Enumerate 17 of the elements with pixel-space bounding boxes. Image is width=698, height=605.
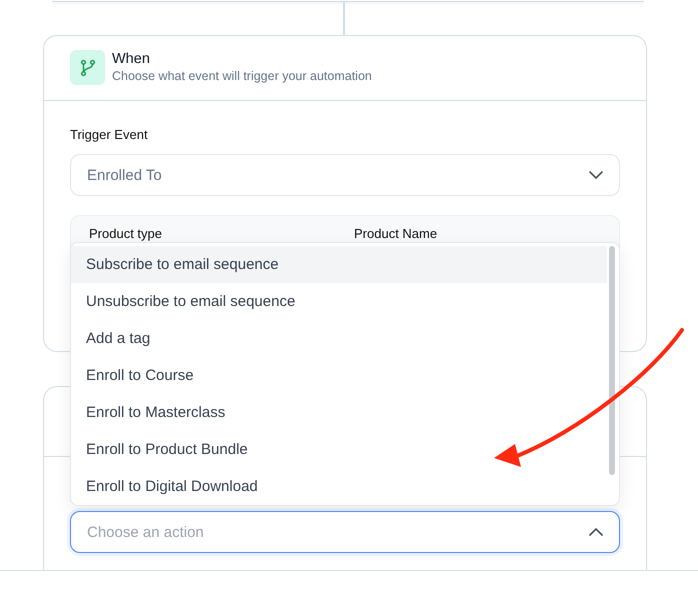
trigger-event-select[interactable]: Enrolled To [70,154,620,196]
dropdown-option[interactable]: Enroll to Masterclass [71,394,607,431]
dropdown-option[interactable]: Subscribe to email sequence [71,246,607,283]
dropdown-option[interactable]: Add a tag [71,320,607,357]
dropdown-option[interactable]: Enroll to Product Bundle [71,431,607,468]
chevron-up-icon [589,528,603,536]
field-label: Trigger Event [70,126,149,144]
dropdown-option[interactable]: Enroll to Digital Download [71,468,607,505]
card-subtitle: Choose what event will trigger your automation [112,68,372,85]
dropdown-option[interactable]: Unsubscribe to email sequence [71,283,607,320]
dropdown-option[interactable]: Enroll to Course [71,357,607,394]
column-header: Product Name [354,226,438,241]
scrollbar-thumb[interactable] [609,246,615,475]
chevron-down-icon [589,171,603,179]
card-title: When [112,50,151,68]
branch-icon [70,50,105,85]
column-header: Product type [89,226,162,241]
